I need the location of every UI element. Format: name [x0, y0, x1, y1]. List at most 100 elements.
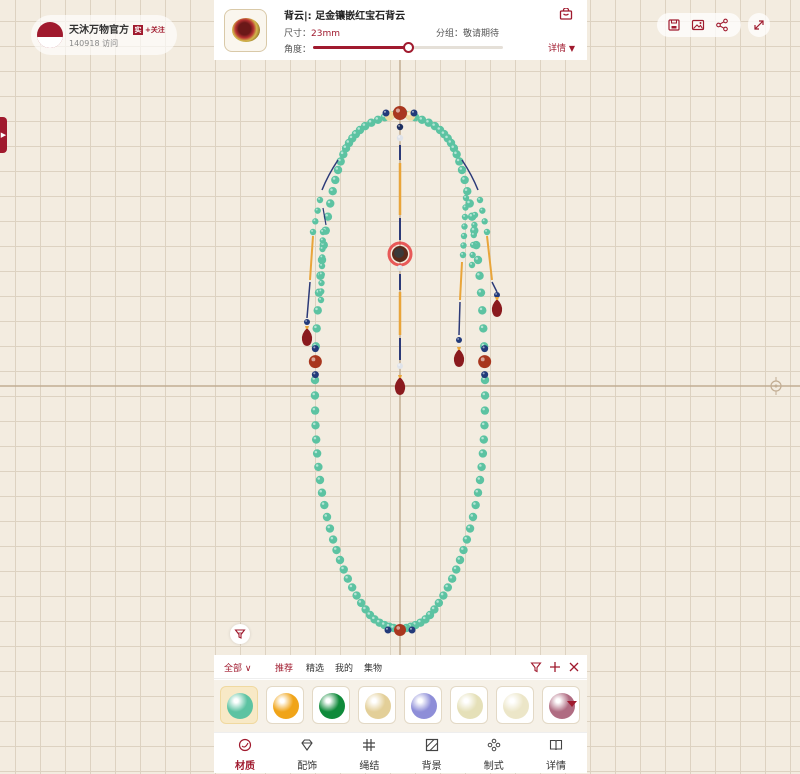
angle-slider-handle[interactable] — [403, 42, 414, 53]
bead-highlight — [478, 197, 481, 200]
bead-highlight — [470, 252, 473, 255]
fullscreen-button[interactable] — [748, 13, 770, 37]
swatch-milky-white[interactable] — [496, 686, 534, 724]
bead-highlight — [477, 273, 480, 276]
shopping-bag-icon[interactable] — [559, 8, 573, 20]
bead-highlight — [480, 208, 483, 211]
necklace[interactable] — [301, 106, 503, 636]
bead-highlight — [453, 566, 457, 570]
jade-bead — [339, 565, 348, 574]
nav-item-2[interactable]: 绳结 — [338, 733, 400, 774]
bead-highlight — [332, 177, 336, 180]
bottom-nav: 材质 配饰 绳结 背景 制式 详情 — [214, 732, 587, 773]
bead-highlight — [440, 592, 444, 596]
follow-button[interactable]: +关注 — [145, 26, 165, 34]
filter-icon[interactable] — [530, 661, 542, 673]
tab-recommended[interactable]: 推荐 — [275, 661, 293, 674]
bead-highlight — [341, 566, 344, 570]
cord — [461, 159, 479, 191]
nav-item-0[interactable]: 材质 — [214, 733, 276, 774]
bead-highlight — [469, 213, 473, 217]
bead-highlight — [467, 525, 471, 529]
material-panel: 全部 ∨ 推荐 精选 我的 集物 材质 配饰 绳结 背景 制式 详情 — [214, 655, 587, 773]
tab-mine[interactable]: 我的 — [335, 661, 353, 674]
bead-highlight — [338, 158, 341, 162]
jade-bead — [476, 288, 486, 297]
pearl-spacer — [397, 363, 403, 369]
counting-bead — [319, 237, 326, 244]
gold-cord — [486, 235, 493, 281]
product-thumbnail[interactable] — [224, 9, 267, 52]
nav-item-4[interactable]: 制式 — [463, 733, 525, 774]
swatch-amber[interactable] — [266, 686, 304, 724]
bead-highlight — [367, 612, 370, 615]
counting-bead — [318, 279, 325, 287]
bead-highlight — [473, 502, 476, 505]
bead-highlight — [319, 489, 322, 493]
bead-highlight — [311, 229, 314, 232]
share-icon[interactable] — [715, 18, 729, 32]
jade-bead — [478, 449, 488, 458]
chevron-right-icon: ▶ — [0, 131, 7, 139]
tab-collection[interactable]: 集物 — [364, 661, 382, 674]
group-value: 敬请期待 — [463, 29, 500, 39]
bead-highlight — [398, 364, 400, 366]
jade-bead — [480, 406, 490, 415]
bead-highlight — [398, 124, 401, 127]
bead-highlight — [319, 280, 322, 283]
swatch-lavender[interactable] — [404, 686, 442, 724]
gold-cord — [309, 235, 314, 281]
category-all-dropdown[interactable]: 全部 ∨ — [224, 661, 251, 674]
bead-highlight — [343, 145, 347, 148]
pearl-spacer — [396, 134, 404, 142]
bead-highlight — [411, 110, 415, 113]
cord — [306, 281, 311, 319]
nav-label: 制式 — [483, 761, 504, 772]
jade-bead — [479, 324, 488, 333]
bead-highlight — [463, 205, 466, 208]
expand-swatches-icon[interactable] — [567, 701, 577, 707]
counting-bead — [481, 218, 488, 225]
side-panel-toggle[interactable]: ▶ — [0, 117, 7, 153]
lapis-spacer — [311, 345, 319, 353]
bead-highlight — [462, 224, 465, 227]
bead-highlight — [321, 229, 324, 232]
close-icon[interactable] — [568, 661, 580, 673]
jade-bead — [317, 488, 327, 497]
bead-highlight — [462, 177, 465, 180]
bead-highlight — [340, 151, 344, 155]
bead-highlight — [320, 246, 323, 249]
bead-highlight — [398, 266, 400, 268]
nav-label: 绳结 — [359, 761, 380, 772]
bead-highlight — [312, 407, 316, 411]
jade-bead — [471, 500, 480, 510]
detail-button[interactable]: 详情 ▼ — [548, 41, 575, 54]
swatch-pale-jade[interactable] — [450, 686, 488, 724]
image-icon[interactable] — [691, 18, 705, 32]
detail-label: 详情 — [548, 44, 567, 54]
jade-bead — [322, 512, 332, 522]
nav-item-3[interactable]: 背景 — [401, 733, 463, 774]
save-icon[interactable] — [667, 18, 681, 32]
target-icon[interactable] — [767, 377, 785, 395]
lapis-spacer — [408, 626, 416, 634]
add-icon[interactable] — [549, 661, 561, 673]
tab-featured[interactable]: 精选 — [306, 661, 324, 674]
nav-item-5[interactable]: 详情 — [525, 733, 587, 774]
jade-bead — [473, 488, 483, 497]
bead-highlight — [398, 135, 401, 138]
bead-highlight — [480, 357, 485, 362]
angle-slider[interactable] — [313, 42, 503, 53]
filter-button[interactable] — [230, 624, 250, 644]
shop-profile[interactable]: 天沐万物官方实 +关注 140918 访问 — [31, 15, 177, 55]
bead-highlight — [319, 297, 322, 300]
swatch-ivory[interactable] — [358, 686, 396, 724]
nav-item-1[interactable]: 配饰 — [276, 733, 338, 774]
bead-highlight — [345, 575, 348, 579]
bead-highlight — [327, 200, 331, 204]
swatch-emerald[interactable] — [312, 686, 350, 724]
bead-highlight — [409, 627, 413, 630]
swatch-jade-green[interactable] — [220, 686, 258, 724]
counting-bead — [316, 196, 324, 204]
bead-highlight — [472, 222, 475, 225]
